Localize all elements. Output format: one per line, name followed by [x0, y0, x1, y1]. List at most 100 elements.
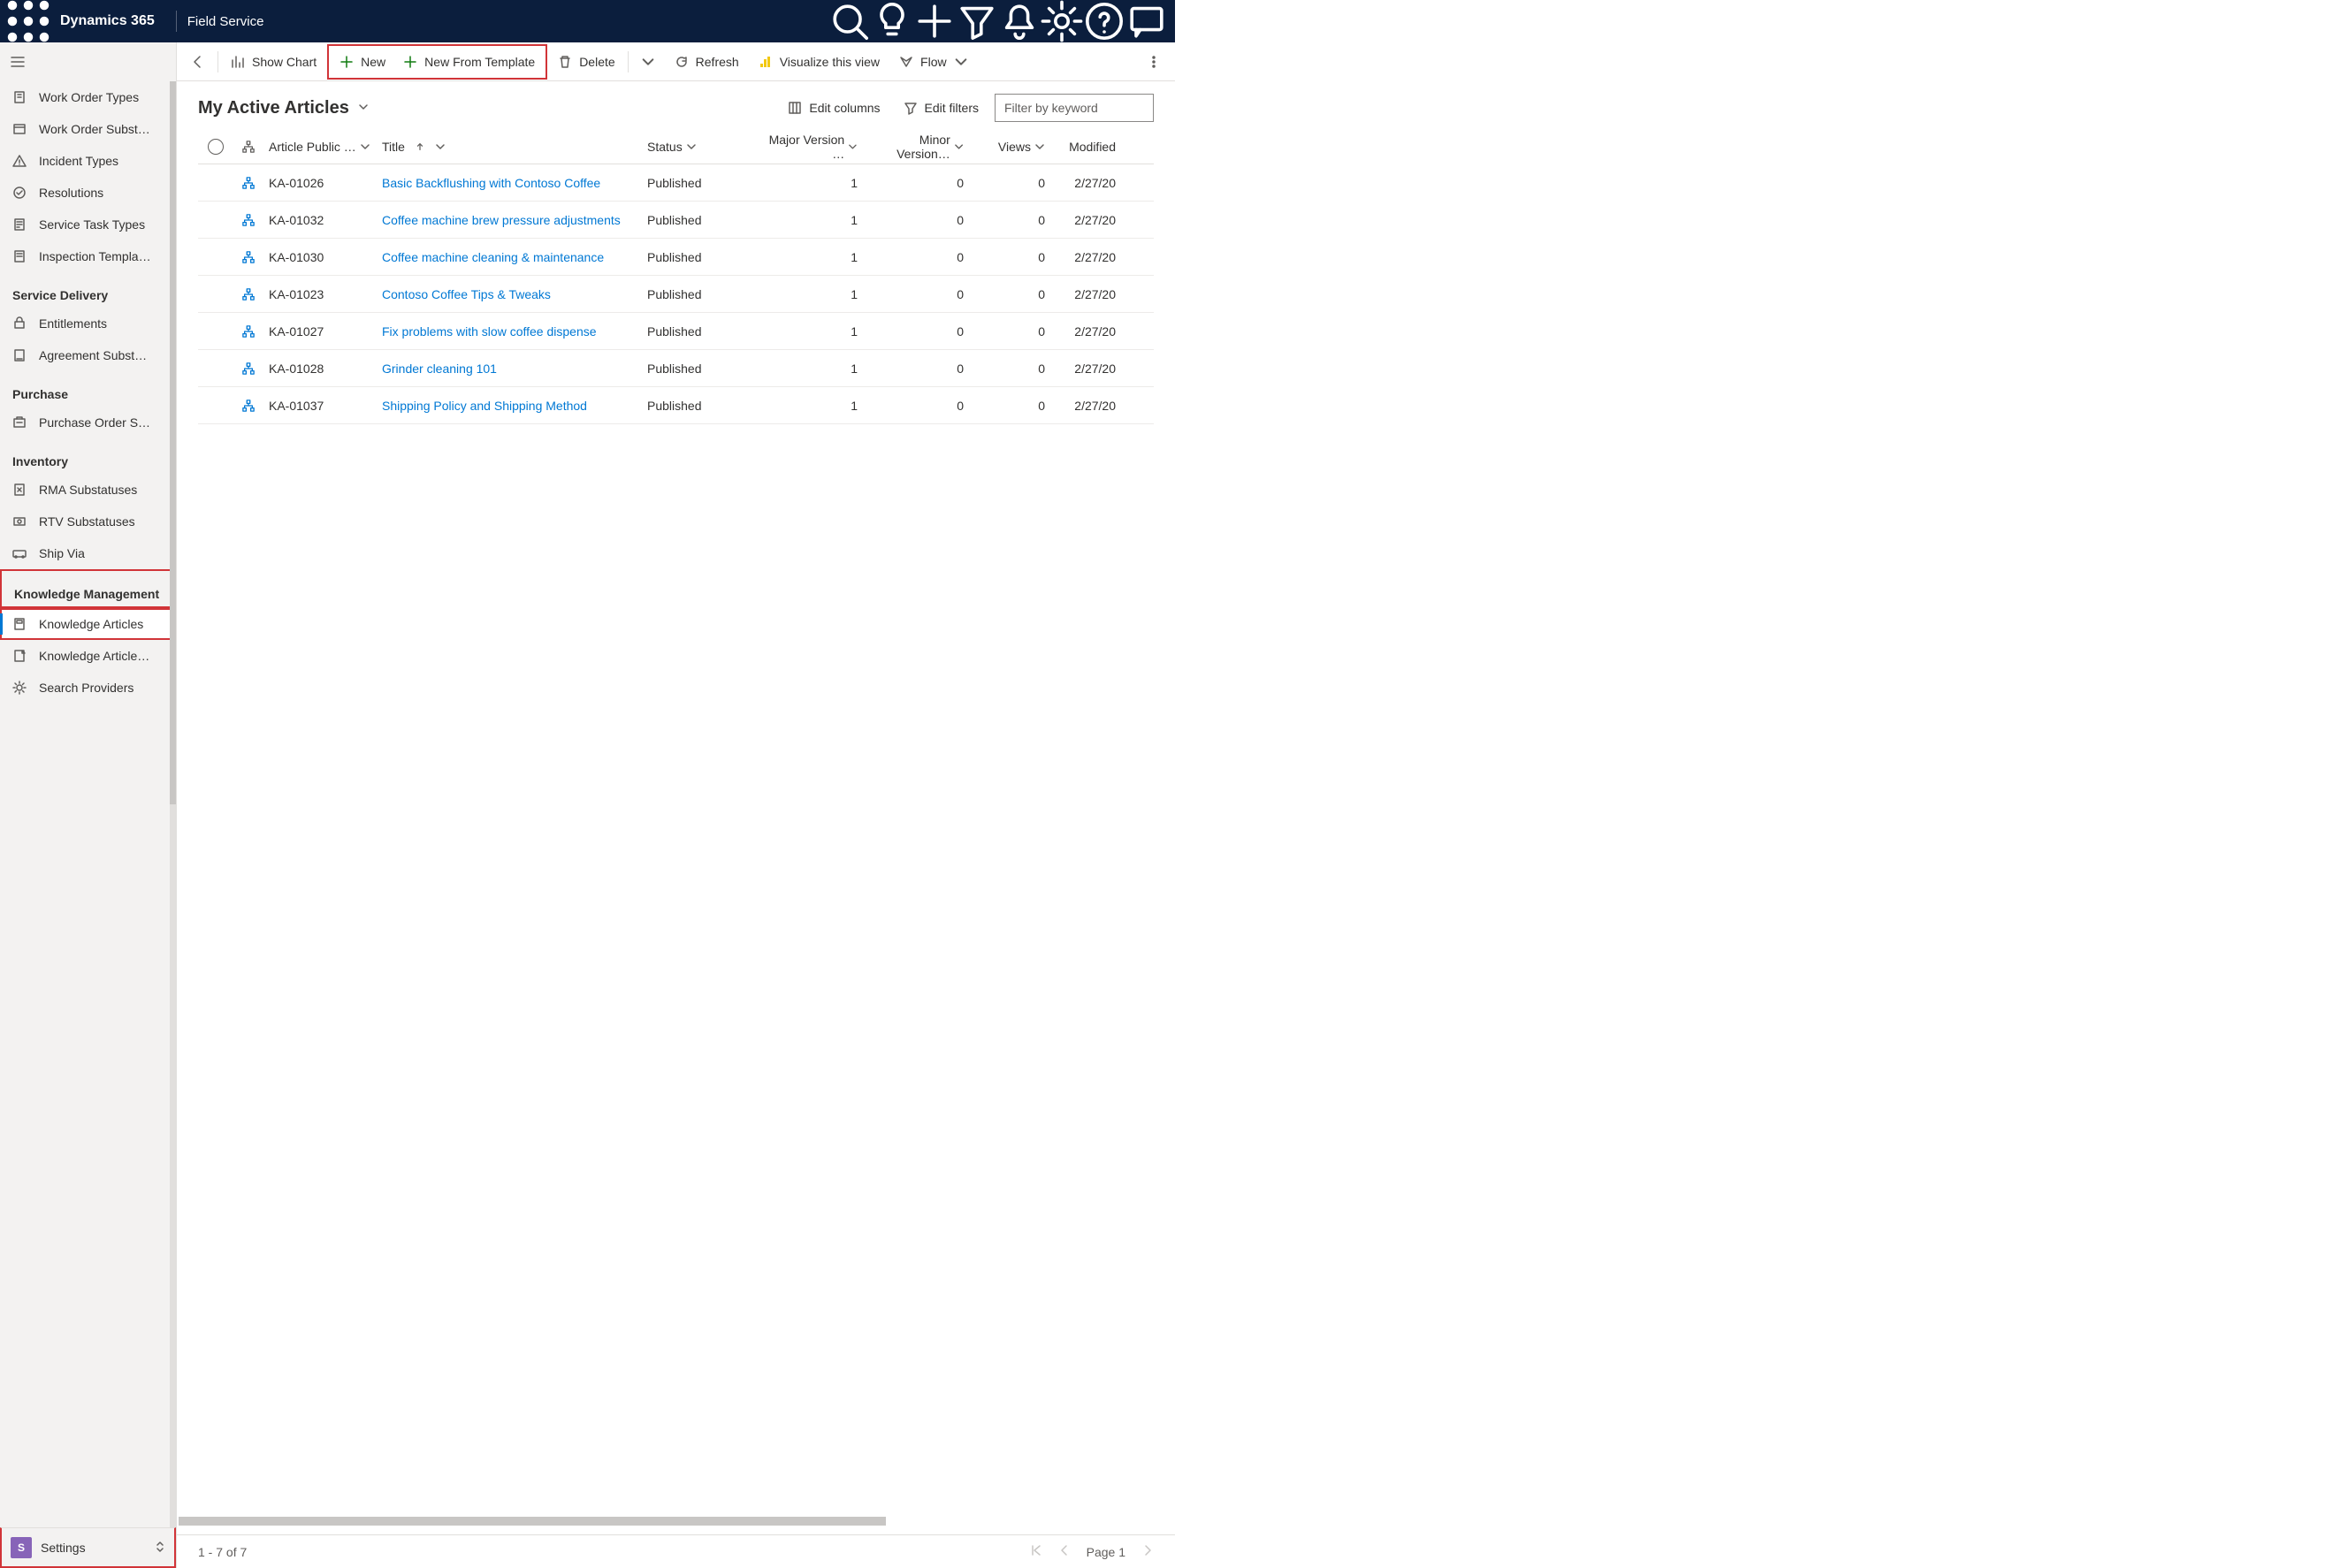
sidebar-item[interactable]: Inspection Templa…: [0, 240, 176, 272]
table-row[interactable]: KA-01028 Grinder cleaning 101 Published …: [198, 350, 1154, 387]
sidebar-item[interactable]: Purchase Order S…: [0, 407, 176, 438]
cell-article-public: KA-01032: [263, 213, 377, 227]
title-link[interactable]: Grinder cleaning 101: [382, 362, 497, 376]
area-chevron: [155, 1541, 165, 1555]
select-all-column[interactable]: [198, 139, 233, 155]
new-button[interactable]: New: [331, 46, 394, 78]
hierarchy-icon: [242, 362, 255, 375]
title-link[interactable]: Coffee machine brew pressure adjustments: [382, 213, 621, 227]
sidebar-item[interactable]: RMA Substatuses: [0, 474, 176, 506]
sidebar-item[interactable]: Knowledge Articles: [0, 608, 176, 640]
row-hierarchy-button[interactable]: [233, 325, 263, 338]
notifications-button[interactable]: [998, 0, 1041, 42]
settings-button[interactable]: [1041, 0, 1083, 42]
cell-minor-version: 0: [863, 287, 969, 301]
table-row[interactable]: KA-01026 Basic Backflushing with Contoso…: [198, 164, 1154, 202]
cell-major-version: 1: [757, 250, 863, 264]
sidebar-item[interactable]: Work Order Types: [0, 81, 176, 113]
row-hierarchy-button[interactable]: [233, 362, 263, 375]
sidebar-item[interactable]: Search Providers: [0, 672, 176, 704]
sidebar-item[interactable]: RTV Substatuses: [0, 506, 176, 537]
sidebar-item[interactable]: Ship Via: [0, 537, 176, 569]
sidebar-item[interactable]: Entitlements: [0, 308, 176, 339]
chevron-down-icon: [641, 55, 655, 69]
cell-minor-version: 0: [863, 399, 969, 413]
lightbulb-button[interactable]: [871, 0, 913, 42]
area-switcher[interactable]: S Settings: [0, 1527, 176, 1568]
title-link[interactable]: Contoso Coffee Tips & Tweaks: [382, 287, 551, 301]
search-icon: [828, 0, 871, 42]
hierarchy-icon: [242, 400, 255, 412]
nav-icon: [12, 649, 27, 663]
table-row[interactable]: KA-01032 Coffee machine brew pressure ad…: [198, 202, 1154, 239]
trash-icon: [558, 55, 572, 69]
table-row[interactable]: KA-01037 Shipping Policy and Shipping Me…: [198, 387, 1154, 424]
delete-split-button[interactable]: [632, 46, 664, 78]
sidebar-item[interactable]: Work Order Subst…: [0, 113, 176, 145]
title-link[interactable]: Coffee machine cleaning & maintenance: [382, 250, 604, 264]
table-row[interactable]: KA-01027 Fix problems with slow coffee d…: [198, 313, 1154, 350]
next-page-button[interactable]: [1141, 1544, 1154, 1559]
table-row[interactable]: KA-01030 Coffee machine cleaning & maint…: [198, 239, 1154, 276]
refresh-button[interactable]: Refresh: [666, 46, 748, 78]
edit-columns-button[interactable]: Edit columns: [781, 97, 887, 118]
grid-horizontal-scrollbar[interactable]: [177, 1517, 1175, 1527]
cell-views: 0: [969, 324, 1050, 339]
app-launcher-button[interactable]: [7, 0, 50, 42]
chevron-left-icon: [1058, 1544, 1071, 1557]
sidebar-item[interactable]: Incident Types: [0, 145, 176, 177]
view-selector-button[interactable]: [358, 101, 369, 115]
row-hierarchy-button[interactable]: [233, 400, 263, 412]
add-button[interactable]: [913, 0, 956, 42]
table-row[interactable]: KA-01023 Contoso Coffee Tips & Tweaks Pu…: [198, 276, 1154, 313]
show-chart-button[interactable]: Show Chart: [222, 46, 325, 78]
row-hierarchy-button[interactable]: [233, 288, 263, 301]
cell-status: Published: [642, 399, 757, 413]
show-chart-label: Show Chart: [252, 55, 317, 69]
article-public-column-header[interactable]: Article Public …: [263, 140, 377, 154]
cell-status: Published: [642, 176, 757, 190]
delete-button[interactable]: Delete: [549, 46, 623, 78]
prev-page-button[interactable]: [1058, 1544, 1071, 1559]
first-page-button[interactable]: [1030, 1544, 1042, 1559]
new-from-template-button[interactable]: New From Template: [394, 46, 544, 78]
sidebar-item[interactable]: Resolutions: [0, 177, 176, 209]
title-link[interactable]: Fix problems with slow coffee dispense: [382, 324, 597, 339]
flow-button[interactable]: Flow: [890, 46, 977, 78]
hierarchy-icon: [242, 214, 255, 226]
title-link[interactable]: Shipping Policy and Shipping Method: [382, 399, 587, 413]
sidebar-toggle[interactable]: [0, 42, 176, 81]
sidebar-item[interactable]: Service Task Types: [0, 209, 176, 240]
visualize-button[interactable]: Visualize this view: [750, 46, 889, 78]
chat-button[interactable]: [1125, 0, 1168, 42]
sidebar-item-label: Service Task Types: [39, 217, 145, 232]
sidebar-item[interactable]: Agreement Subst…: [0, 339, 176, 371]
back-button[interactable]: [182, 46, 214, 78]
gear-icon: [1041, 0, 1083, 42]
chart-icon: [231, 55, 245, 69]
row-hierarchy-button[interactable]: [233, 177, 263, 189]
row-hierarchy-button[interactable]: [233, 214, 263, 226]
row-hierarchy-button[interactable]: [233, 251, 263, 263]
hierarchy-column-header[interactable]: [233, 141, 263, 153]
edit-filters-button[interactable]: Edit filters: [896, 97, 986, 118]
cell-article-public: KA-01027: [263, 324, 377, 339]
cell-status: Published: [642, 287, 757, 301]
sidebar-item[interactable]: Knowledge Article…: [0, 640, 176, 672]
chevron-right-icon: [1141, 1544, 1154, 1557]
lightbulb-icon: [871, 0, 913, 42]
new-label: New: [361, 55, 385, 69]
sidebar-scrollbar[interactable]: [170, 81, 176, 1527]
help-button[interactable]: [1083, 0, 1125, 42]
modified-column-header[interactable]: Modified: [1050, 140, 1121, 154]
views-column-header[interactable]: Views: [969, 140, 1050, 154]
title-column-header[interactable]: Title: [377, 140, 642, 154]
filter-keyword-input[interactable]: [995, 94, 1154, 122]
filter-button[interactable]: [956, 0, 998, 42]
major-version-column-header[interactable]: Major Version …: [757, 133, 863, 161]
more-commands-button[interactable]: [1138, 46, 1170, 78]
title-link[interactable]: Basic Backflushing with Contoso Coffee: [382, 176, 600, 190]
status-column-header[interactable]: Status: [642, 140, 757, 154]
search-button[interactable]: [828, 0, 871, 42]
minor-version-column-header[interactable]: Minor Version…: [863, 133, 969, 161]
